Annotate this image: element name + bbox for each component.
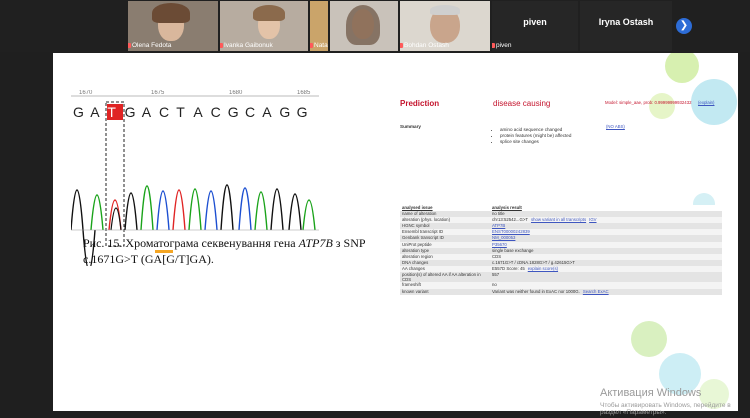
prediction-model: Model: simple_aae, prob: 0.9999999993243… xyxy=(605,100,692,105)
table-value-text: chr13:52542...G>T xyxy=(492,217,528,223)
figure-caption: Рис. 15. Хроматограма секвенування гена … xyxy=(83,235,388,267)
mic-muted-icon xyxy=(492,43,495,48)
table-link[interactable]: show variant in all transcripts xyxy=(531,217,586,222)
participant-tile[interactable]: Bohdan Ostash xyxy=(400,1,490,51)
mic-muted-icon xyxy=(128,43,131,48)
summary-list: amino acid sequence changed protein feat… xyxy=(494,127,571,146)
table-value-text: E557D Score: 45 xyxy=(492,265,525,271)
table-row: known variant Variant was neither found i… xyxy=(400,288,722,295)
participant-hair xyxy=(346,5,380,45)
base-letter: G xyxy=(227,104,239,120)
table-key: position(s) of altered AA if AA alterati… xyxy=(400,272,490,283)
participant-tile[interactable]: Nata xyxy=(310,1,328,51)
prediction-panel: Prediction disease causing Model: simple… xyxy=(400,97,722,367)
base-letter: G xyxy=(73,104,84,120)
base-letter: T xyxy=(107,104,116,120)
participant-display-name: Iryna Ostash xyxy=(598,17,654,27)
no-abs-link[interactable]: (NO ABS) xyxy=(606,124,625,129)
table-link[interactable]: ENST00000242839 xyxy=(492,229,530,234)
windows-activation-watermark: Активация Windows xyxy=(600,387,702,399)
prediction-title: Prediction xyxy=(400,99,440,108)
table-value: 557 xyxy=(490,272,722,283)
table-value-text: single base exchange xyxy=(492,247,534,253)
base-letter: A xyxy=(262,104,272,120)
mic-muted-icon xyxy=(400,43,403,48)
base-letter: C xyxy=(245,104,256,120)
base-letter: A xyxy=(90,104,100,120)
ruler-label: 1670 xyxy=(79,90,93,96)
mic-muted-icon xyxy=(310,43,313,48)
participant-strip: Olena Fedota Ivanka Gaibonuk Nata Bohdan… xyxy=(0,0,750,52)
participant-tile[interactable]: Ivanka Gaibonuk xyxy=(220,1,308,51)
participant-tile[interactable] xyxy=(330,1,398,51)
ruler-label: 1685 xyxy=(297,90,311,96)
participant-tile[interactable]: Olena Fedota xyxy=(128,1,218,51)
participant-hair xyxy=(253,5,285,21)
participant-hair xyxy=(152,3,190,23)
base-letter: C xyxy=(159,104,170,120)
table-value-text: CDS xyxy=(492,253,502,259)
base-letter: G xyxy=(279,104,291,120)
base-letter: A xyxy=(141,104,152,120)
shared-slide: 1670 1675 1680 1685 GATGACTACGCAGG Рис. … xyxy=(53,53,738,411)
table-link[interactable]: P35670 xyxy=(492,242,507,247)
table-extra-link[interactable]: IGV xyxy=(589,217,596,222)
decor-bubble xyxy=(665,53,699,83)
table-link[interactable]: Search ExAC xyxy=(583,289,609,294)
ruler-label: 1675 xyxy=(151,90,165,96)
base-letter: G xyxy=(124,104,136,120)
analysis-table: analysed issue analysis result name of a… xyxy=(400,205,722,295)
table-value: Variant was neither found in ExAC nor 10… xyxy=(490,288,722,295)
ruler-label: 1680 xyxy=(229,90,243,96)
participant-name: Olena Fedota xyxy=(132,42,172,49)
participant-name: Bohdan Ostash xyxy=(404,42,449,49)
summary-label: Summary xyxy=(400,124,421,129)
chevron-right-icon[interactable]: ❯ xyxy=(676,18,692,34)
participant-hair xyxy=(430,5,460,15)
table-value-text: 557 xyxy=(492,272,500,278)
table-key: known variant xyxy=(400,288,490,295)
windows-activation-hint: Чтобы активировать Windows, перейдите в … xyxy=(600,402,731,416)
base-letter: A xyxy=(193,104,203,120)
table-value-text: no xyxy=(492,282,497,288)
caption-gene: ATP7B xyxy=(298,236,333,250)
summary-item: splice site changes xyxy=(500,139,571,145)
participant-tile[interactable]: piven piven xyxy=(492,1,578,51)
table-row: position(s) of altered AA if AA alterati… xyxy=(400,272,722,283)
explain-link[interactable]: (explain) xyxy=(698,100,714,105)
table-link[interactable]: explain score(s) xyxy=(528,266,558,271)
table-value-text: c.1671G>T / cDNA.1828G>T / g.42615G>T xyxy=(492,259,575,265)
prediction-verdict: disease causing xyxy=(493,99,551,108)
participant-tile[interactable]: Iryna Ostash xyxy=(580,1,672,51)
table-value-text: Variant was neither found in ExAC nor 10… xyxy=(492,288,580,294)
table-value-text: no title xyxy=(492,211,505,217)
table-link[interactable]: ATP7B xyxy=(492,223,505,228)
participant-name: Nata xyxy=(314,42,328,49)
base-letter: C xyxy=(210,104,221,120)
participant-name: Ivanka Gaibonuk xyxy=(224,42,273,49)
caption-prefix: Рис. 15. Хроматограма секвенування гена xyxy=(83,236,299,250)
base-letter: G xyxy=(296,104,308,120)
table-link[interactable]: NM_000053 xyxy=(492,235,515,240)
base-letter: T xyxy=(176,104,185,120)
participant-name: piven xyxy=(496,42,512,49)
mic-muted-icon xyxy=(220,43,223,48)
participant-display-name: piven xyxy=(523,17,547,27)
